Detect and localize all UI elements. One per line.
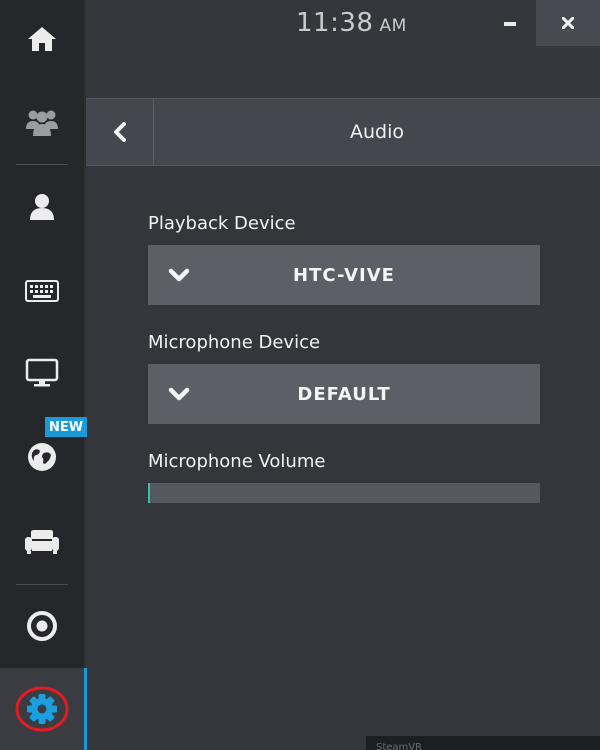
microphone-volume-slider[interactable] <box>148 483 540 503</box>
person-icon <box>30 194 54 220</box>
playback-device-value: HTC-VIVE <box>293 264 395 286</box>
clock-ampm: AM <box>379 16 407 36</box>
chevron-left-icon <box>113 122 126 142</box>
sidebar-item-keyboard[interactable] <box>0 261 84 321</box>
sidebar-item-settings[interactable] <box>0 668 84 750</box>
sidebar-divider <box>16 584 68 585</box>
home-icon <box>28 27 56 51</box>
minimize-icon <box>504 22 516 26</box>
sidebar-item-desktop[interactable] <box>0 343 84 403</box>
close-icon <box>562 17 574 29</box>
playback-device-label: Playback Device <box>148 213 296 234</box>
globe-icon <box>28 443 56 471</box>
active-indicator <box>84 668 87 750</box>
sidebar-divider <box>16 164 68 165</box>
microphone-device-dropdown[interactable]: DEFAULT <box>148 364 540 424</box>
microphone-device-label: Microphone Device <box>148 332 321 353</box>
sidebar-item-record[interactable] <box>0 596 84 656</box>
new-badge: NEW <box>45 417 87 437</box>
top-bar: 11:38 AM <box>86 0 600 98</box>
steamvr-window-tab[interactable]: SteamVR <box>366 736 600 750</box>
sidebar-item-avatar[interactable] <box>0 177 84 237</box>
clock: 11:38 AM <box>296 8 407 38</box>
monitor-icon <box>25 358 59 387</box>
playback-device-dropdown[interactable]: HTC-VIVE <box>148 245 540 305</box>
keyboard-icon <box>25 280 59 302</box>
clock-time: 11:38 <box>296 8 374 38</box>
sidebar-item-home[interactable] <box>0 9 84 69</box>
microphone-volume-fill <box>148 483 150 503</box>
circle-target-icon <box>27 611 57 641</box>
sidebar-item-environments[interactable] <box>0 512 84 572</box>
gear-icon <box>15 686 69 732</box>
microphone-volume-label: Microphone Volume <box>148 451 326 472</box>
microphone-device-value: DEFAULT <box>297 383 391 405</box>
page-header: Audio <box>86 98 600 166</box>
close-button[interactable] <box>536 0 600 46</box>
sidebar-item-friends[interactable] <box>0 92 84 152</box>
minimize-button[interactable] <box>490 4 530 44</box>
page-title: Audio <box>349 121 404 143</box>
people-icon <box>26 110 58 136</box>
couch-icon <box>25 530 59 554</box>
sidebar: NEW <box>0 0 87 750</box>
back-button[interactable] <box>86 99 154 165</box>
